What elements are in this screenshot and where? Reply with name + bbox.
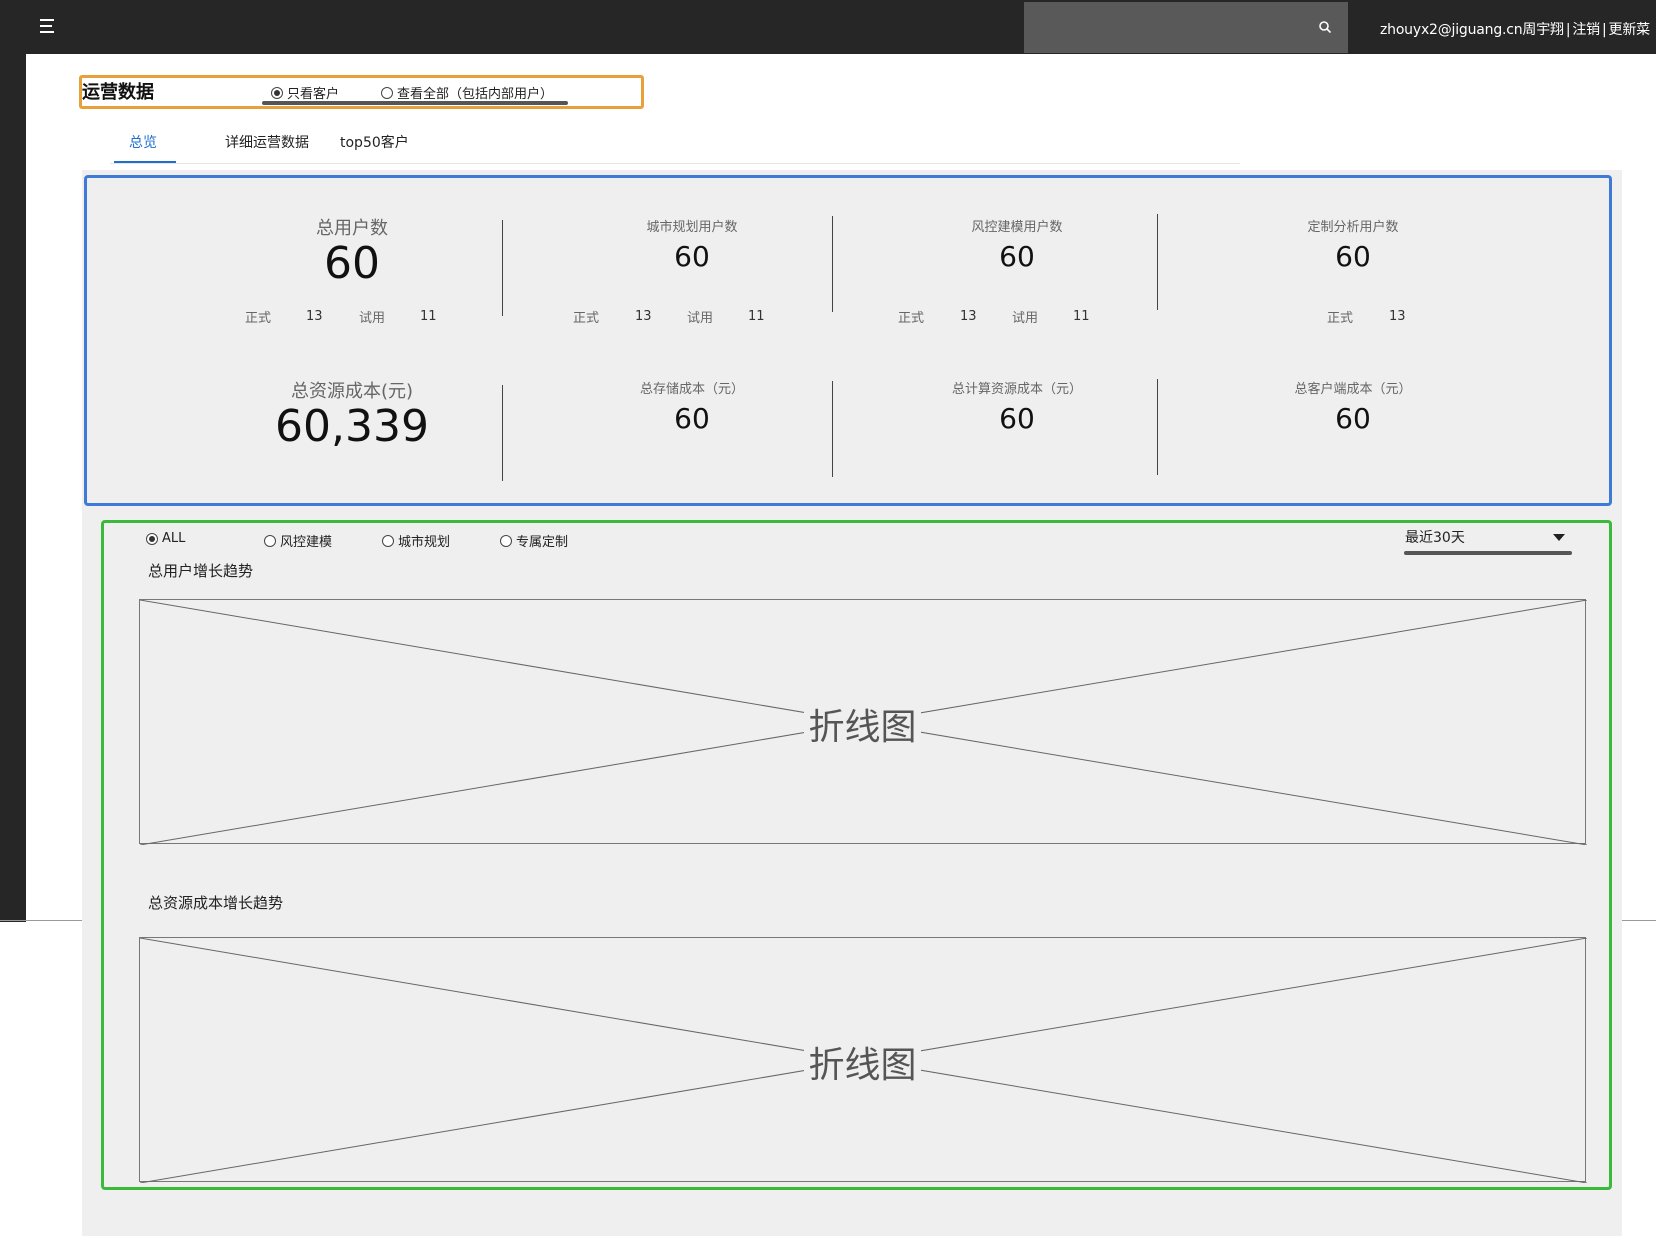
stat-label: 总计算资源成本（元）: [951, 382, 1082, 397]
divider: [1157, 214, 1158, 310]
filter-all[interactable]: ALL: [146, 531, 185, 546]
update-link[interactable]: 更新菜: [1609, 22, 1651, 38]
filter-label: 风控建模: [280, 535, 333, 550]
trial-count: 11: [420, 309, 437, 324]
stat-value: 60: [674, 402, 710, 435]
stat-storage-cost: 总存储成本（元） 60: [587, 378, 797, 441]
left-sidebar: [0, 54, 26, 922]
formal-count: 13: [960, 309, 977, 324]
stat-label: 城市规划用户数: [646, 220, 738, 235]
cost-trend-chart: 折线图: [139, 937, 1587, 1183]
radio-checked-icon[interactable]: [146, 532, 158, 545]
filter-custom[interactable]: 专属定制: [500, 531, 568, 550]
user-trend-chart: 折线图: [139, 599, 1587, 845]
radio-icon[interactable]: [264, 534, 276, 547]
range-select-underline: [1404, 551, 1572, 555]
chart-placeholder-text: 折线图: [804, 1045, 921, 1086]
stat-total-users: 总用户数 60: [267, 214, 437, 288]
formal-count: 13: [1389, 309, 1406, 324]
search-icon[interactable]: [1318, 20, 1332, 34]
tab-active-indicator: [114, 161, 176, 163]
tab-detailed-data[interactable]: 详细运营数据: [225, 132, 309, 152]
range-select-value: 最近30天: [1405, 530, 1465, 546]
formal-count: 13: [306, 309, 323, 324]
stat-city-users: 城市规划用户数 60: [607, 216, 777, 279]
filter-label: ALL: [162, 531, 186, 546]
stat-label: 风控建模用户数: [971, 220, 1063, 235]
divider-line: [1620, 920, 1656, 921]
radio-icon[interactable]: [381, 86, 393, 99]
filter-city[interactable]: 城市规划: [382, 531, 450, 550]
tab-top50[interactable]: top50客户: [340, 132, 409, 152]
divider: [502, 220, 503, 316]
stat-value: 60: [674, 240, 710, 273]
scope-option-all[interactable]: 查看全部（包括内部用户）: [381, 83, 553, 102]
scope-option-label: 只看客户: [287, 87, 340, 102]
divider: [832, 381, 833, 477]
trial-label: 试用: [687, 311, 714, 326]
range-select[interactable]: 最近30天: [1405, 527, 1573, 551]
chart-placeholder-text: 折线图: [804, 707, 921, 748]
title-bar: 运营数据 只看客户 查看全部（包括内部用户）: [79, 75, 644, 109]
cost-trend-title: 总资源成本增长趋势: [148, 894, 284, 912]
filter-label: 城市规划: [398, 535, 451, 550]
trial-count: 11: [1073, 309, 1090, 324]
stat-label: 总存储成本（元）: [639, 382, 744, 397]
top-bar: zhouyx2@jiguang.cn周宇翔 | 注销 | 更新菜: [0, 0, 1656, 54]
formal-count: 13: [635, 309, 652, 324]
user-area: zhouyx2@jiguang.cn周宇翔 | 注销 | 更新菜: [1380, 22, 1651, 38]
stat-label: 总资源成本(元): [290, 381, 414, 402]
trial-label: 试用: [359, 311, 386, 326]
chart-placeholder-label: 折线图: [140, 698, 1585, 750]
scope-option-label: 查看全部（包括内部用户）: [397, 87, 554, 102]
formal-label: 正式: [1327, 311, 1354, 326]
radio-checked-icon[interactable]: [271, 86, 283, 99]
stat-value: 60: [999, 240, 1035, 273]
trend-panel: ALL 风控建模 城市规划 专属定制 最近30天 总用户增长趋势 折线图 总资源…: [101, 520, 1612, 1190]
stat-value: 60: [999, 402, 1035, 435]
page-title: 运营数据: [82, 82, 154, 103]
stat-label: 总客户端成本（元）: [1294, 382, 1412, 397]
formal-label: 正式: [573, 311, 600, 326]
stat-total-cost: 总资源成本(元) 60,339: [237, 377, 467, 451]
divider-line: [0, 920, 82, 921]
filter-label: 专属定制: [516, 535, 569, 550]
divider: [832, 216, 833, 312]
scope-option-customers[interactable]: 只看客户: [271, 83, 339, 102]
stat-compute-cost: 总计算资源成本（元） 60: [902, 378, 1132, 441]
tab-overview[interactable]: 总览: [129, 132, 157, 152]
trial-count: 11: [748, 309, 765, 324]
stats-panel: 总用户数 60 正式 13 试用 11 城市规划用户数 60 正式 13 试用 …: [84, 175, 1612, 506]
chart-placeholder-label: 折线图: [140, 1036, 1585, 1088]
stat-label: 定制分析用户数: [1307, 220, 1399, 235]
tab-bar: 总览 详细运营数据 top50客户: [110, 128, 1240, 164]
trial-label: 试用: [1012, 311, 1039, 326]
stat-custom-users: 定制分析用户数 60: [1268, 216, 1438, 279]
radio-icon[interactable]: [382, 534, 394, 547]
divider: [502, 385, 503, 481]
radio-icon[interactable]: [500, 534, 512, 547]
formal-label: 正式: [898, 311, 925, 326]
user-trend-title: 总用户增长趋势: [148, 562, 254, 580]
stat-value: 60: [1335, 240, 1371, 273]
stat-value: 60: [1335, 402, 1371, 435]
filter-risk[interactable]: 风控建模: [264, 531, 332, 550]
divider: [1157, 379, 1158, 475]
user-account[interactable]: zhouyx2@jiguang.cn周宇翔: [1380, 22, 1564, 38]
stat-value: 60: [324, 238, 380, 289]
stat-value: 60,339: [275, 401, 429, 452]
stat-risk-users: 风控建模用户数 60: [932, 216, 1102, 279]
scope-underline: [262, 101, 568, 105]
stat-label: 总用户数: [316, 218, 388, 239]
menu-icon[interactable]: [40, 19, 58, 35]
formal-label: 正式: [245, 311, 272, 326]
logout-link[interactable]: 注销: [1572, 22, 1600, 38]
search-box[interactable]: [1024, 2, 1348, 53]
stat-client-cost: 总客户端成本（元） 60: [1243, 378, 1463, 441]
chevron-down-icon[interactable]: [1553, 534, 1565, 541]
